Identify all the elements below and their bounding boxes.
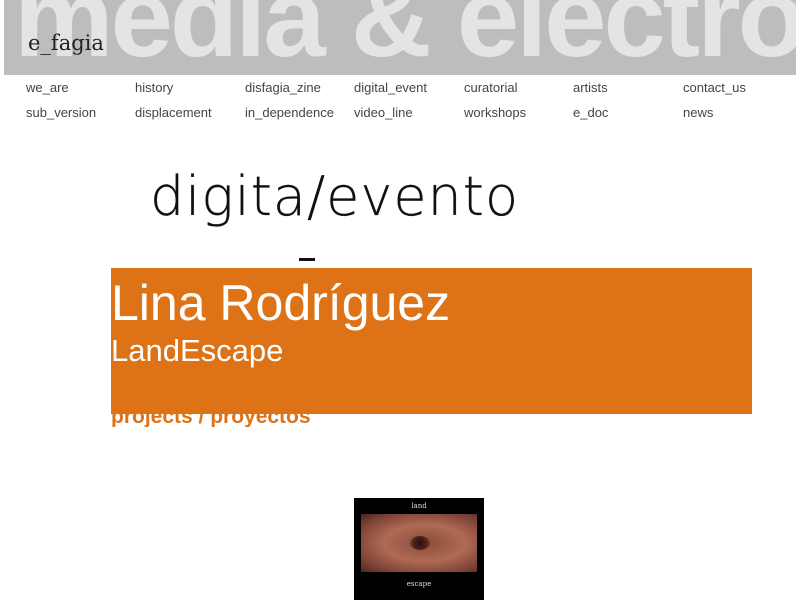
nav-link-disfagia-zine[interactable]: disfagia_zine — [245, 80, 321, 95]
feature-banner: Lina Rodríguez LandEscape — [111, 268, 752, 414]
nav-link-displacement[interactable]: displacement — [135, 105, 212, 120]
nav-link-contact-us[interactable]: contact_us — [683, 80, 746, 95]
thumbnail-image — [361, 514, 477, 572]
section-title: digita/evento — [150, 165, 519, 228]
nav-link-workshops[interactable]: workshops — [464, 105, 526, 120]
artist-name: Lina Rodríguez — [111, 275, 451, 331]
header-banner: media & electronic e_fagia — [4, 0, 796, 75]
work-title: LandEscape — [111, 333, 284, 368]
thumbnail-image-detail — [410, 536, 430, 550]
title-underscore-mark — [299, 258, 315, 261]
nav-link-curatorial[interactable]: curatorial — [464, 80, 517, 95]
nav-link-video-line[interactable]: video_line — [354, 105, 413, 120]
thumbnail-caption-bottom: escape — [406, 580, 432, 588]
nav-link-artists[interactable]: artists — [573, 80, 608, 95]
nav-row-2: sub_version displacement in_dependence v… — [0, 103, 800, 128]
nav-link-in-dependence[interactable]: in_dependence — [245, 105, 334, 120]
nav-link-e-doc[interactable]: e_doc — [573, 105, 608, 120]
nav-link-history[interactable]: history — [135, 80, 173, 95]
nav-link-we-are[interactable]: we_are — [26, 80, 69, 95]
thumbnail-caption-top: land — [411, 502, 427, 510]
landescape-thumbnail[interactable]: land escape — [354, 498, 484, 600]
nav-link-news[interactable]: news — [683, 105, 713, 120]
nav-link-digital-event[interactable]: digital_event — [354, 80, 427, 95]
nav-row-1: we_are history disfagia_zine digital_eve… — [0, 78, 800, 103]
section-title-logo: digita/evento — [150, 169, 518, 261]
nav-link-sub-version[interactable]: sub_version — [26, 105, 96, 120]
banner-background-text: media & electronic — [14, 0, 796, 75]
site-logo[interactable]: e_fagia — [28, 31, 104, 55]
main-navigation: we_are history disfagia_zine digital_eve… — [0, 78, 800, 128]
